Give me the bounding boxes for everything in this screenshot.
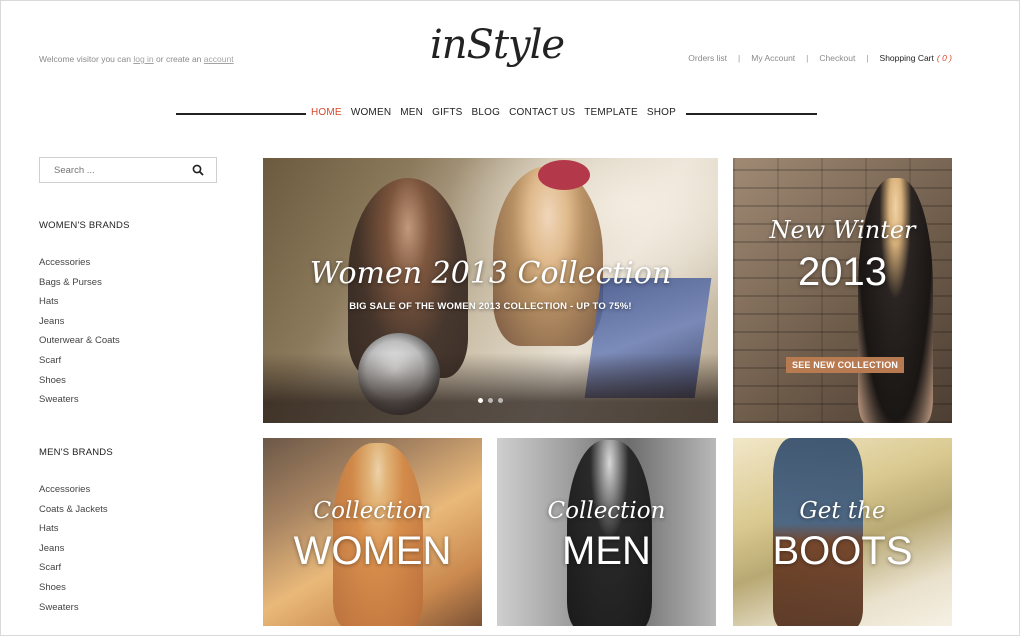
list-item[interactable]: Accessories: [39, 253, 120, 273]
list-item[interactable]: Hats: [39, 519, 108, 539]
list-item[interactable]: Outerwear & Coats: [39, 331, 120, 351]
list-item[interactable]: Scarf: [39, 558, 108, 578]
list-item[interactable]: Bags & Purses: [39, 273, 120, 293]
list-item[interactable]: Jeans: [39, 539, 108, 559]
men-collection-tile[interactable]: Collection MEN: [497, 438, 716, 626]
search-icon[interactable]: [192, 164, 204, 176]
list-item[interactable]: Sweaters: [39, 598, 108, 618]
cart-label: Shopping Cart: [879, 53, 934, 63]
hero-title: Women 2013 Collection: [309, 256, 672, 291]
nav-contact-us[interactable]: CONTACT US: [509, 107, 575, 118]
women-tile-title: WOMEN: [293, 529, 452, 573]
separator: |: [866, 53, 869, 63]
hero-banner[interactable]: Women 2013 Collection BIG SALE OF THE WO…: [263, 158, 718, 423]
create-account-link[interactable]: account: [204, 54, 234, 64]
new-winter-banner[interactable]: New Winter 2013 SEE NEW COLLECTION: [733, 158, 952, 423]
see-new-collection-button[interactable]: SEE NEW COLLECTION: [786, 357, 905, 373]
womens-brands-heading: WOMEN'S BRANDS: [39, 220, 130, 231]
welcome-middle: or create an: [156, 54, 202, 64]
main-nav: HOME WOMEN MEN GIFTS BLOG CONTACT US TEM…: [311, 107, 685, 118]
hero-subtitle: BIG SALE OF THE WOMEN 2013 COLLECTION - …: [349, 301, 632, 312]
list-item[interactable]: Coats & Jackets: [39, 500, 108, 520]
slider-dot[interactable]: [488, 398, 493, 403]
list-item[interactable]: Sweaters: [39, 390, 120, 410]
list-item[interactable]: Accessories: [39, 480, 108, 500]
site-logo[interactable]: inStyle: [430, 22, 565, 68]
boots-tile-script: Get the: [799, 498, 886, 524]
nav-template[interactable]: TEMPLATE: [584, 107, 638, 118]
list-item[interactable]: Shoes: [39, 578, 108, 598]
slider-dot[interactable]: [478, 398, 483, 403]
winter-script-title: New Winter: [769, 216, 916, 244]
boots-tile[interactable]: Get the BOOTS: [733, 438, 952, 626]
top-links: Orders list | My Account | Checkout | Sh…: [688, 53, 952, 63]
list-item[interactable]: Shoes: [39, 371, 120, 391]
search-input[interactable]: [40, 158, 180, 182]
womens-brands-list: Accessories Bags & Purses Hats Jeans Out…: [39, 253, 120, 410]
boots-tile-title: BOOTS: [772, 529, 913, 573]
slider-dot[interactable]: [498, 398, 503, 403]
shopping-cart-link[interactable]: Shopping Cart( 0 ): [880, 53, 952, 63]
hero-photo-scooter: [263, 353, 718, 423]
nav-divider-right: [686, 113, 817, 115]
men-tile-script: Collection: [547, 498, 666, 524]
separator: |: [806, 53, 809, 63]
list-item[interactable]: Scarf: [39, 351, 120, 371]
cart-count: ( 0 ): [936, 53, 952, 63]
hero-photo-hat: [538, 160, 590, 190]
list-item[interactable]: Hats: [39, 292, 120, 312]
nav-blog[interactable]: BLOG: [472, 107, 501, 118]
nav-home[interactable]: HOME: [311, 107, 342, 118]
slider-dots: [478, 398, 503, 403]
orders-list-link[interactable]: Orders list: [688, 53, 727, 63]
nav-men[interactable]: MEN: [400, 107, 423, 118]
separator: |: [738, 53, 741, 63]
nav-gifts[interactable]: GIFTS: [432, 107, 462, 118]
mens-brands-heading: MEN'S BRANDS: [39, 447, 113, 458]
winter-photo-model: [858, 178, 933, 423]
nav-shop[interactable]: SHOP: [647, 107, 676, 118]
welcome-message: Welcome visitor you can log in or create…: [39, 54, 234, 64]
nav-divider-left: [176, 113, 306, 115]
men-tile-title: MEN: [562, 529, 651, 573]
search-box: [39, 157, 217, 183]
checkout-link[interactable]: Checkout: [819, 53, 855, 63]
nav-women[interactable]: WOMEN: [351, 107, 391, 118]
winter-year: 2013: [798, 250, 887, 294]
mens-brands-list: Accessories Coats & Jackets Hats Jeans S…: [39, 480, 108, 617]
welcome-prefix: Welcome visitor you can: [39, 54, 131, 64]
my-account-link[interactable]: My Account: [751, 53, 795, 63]
login-link[interactable]: log in: [133, 54, 153, 64]
list-item[interactable]: Jeans: [39, 312, 120, 332]
women-tile-script: Collection: [313, 498, 432, 524]
women-collection-tile[interactable]: Collection WOMEN: [263, 438, 482, 626]
